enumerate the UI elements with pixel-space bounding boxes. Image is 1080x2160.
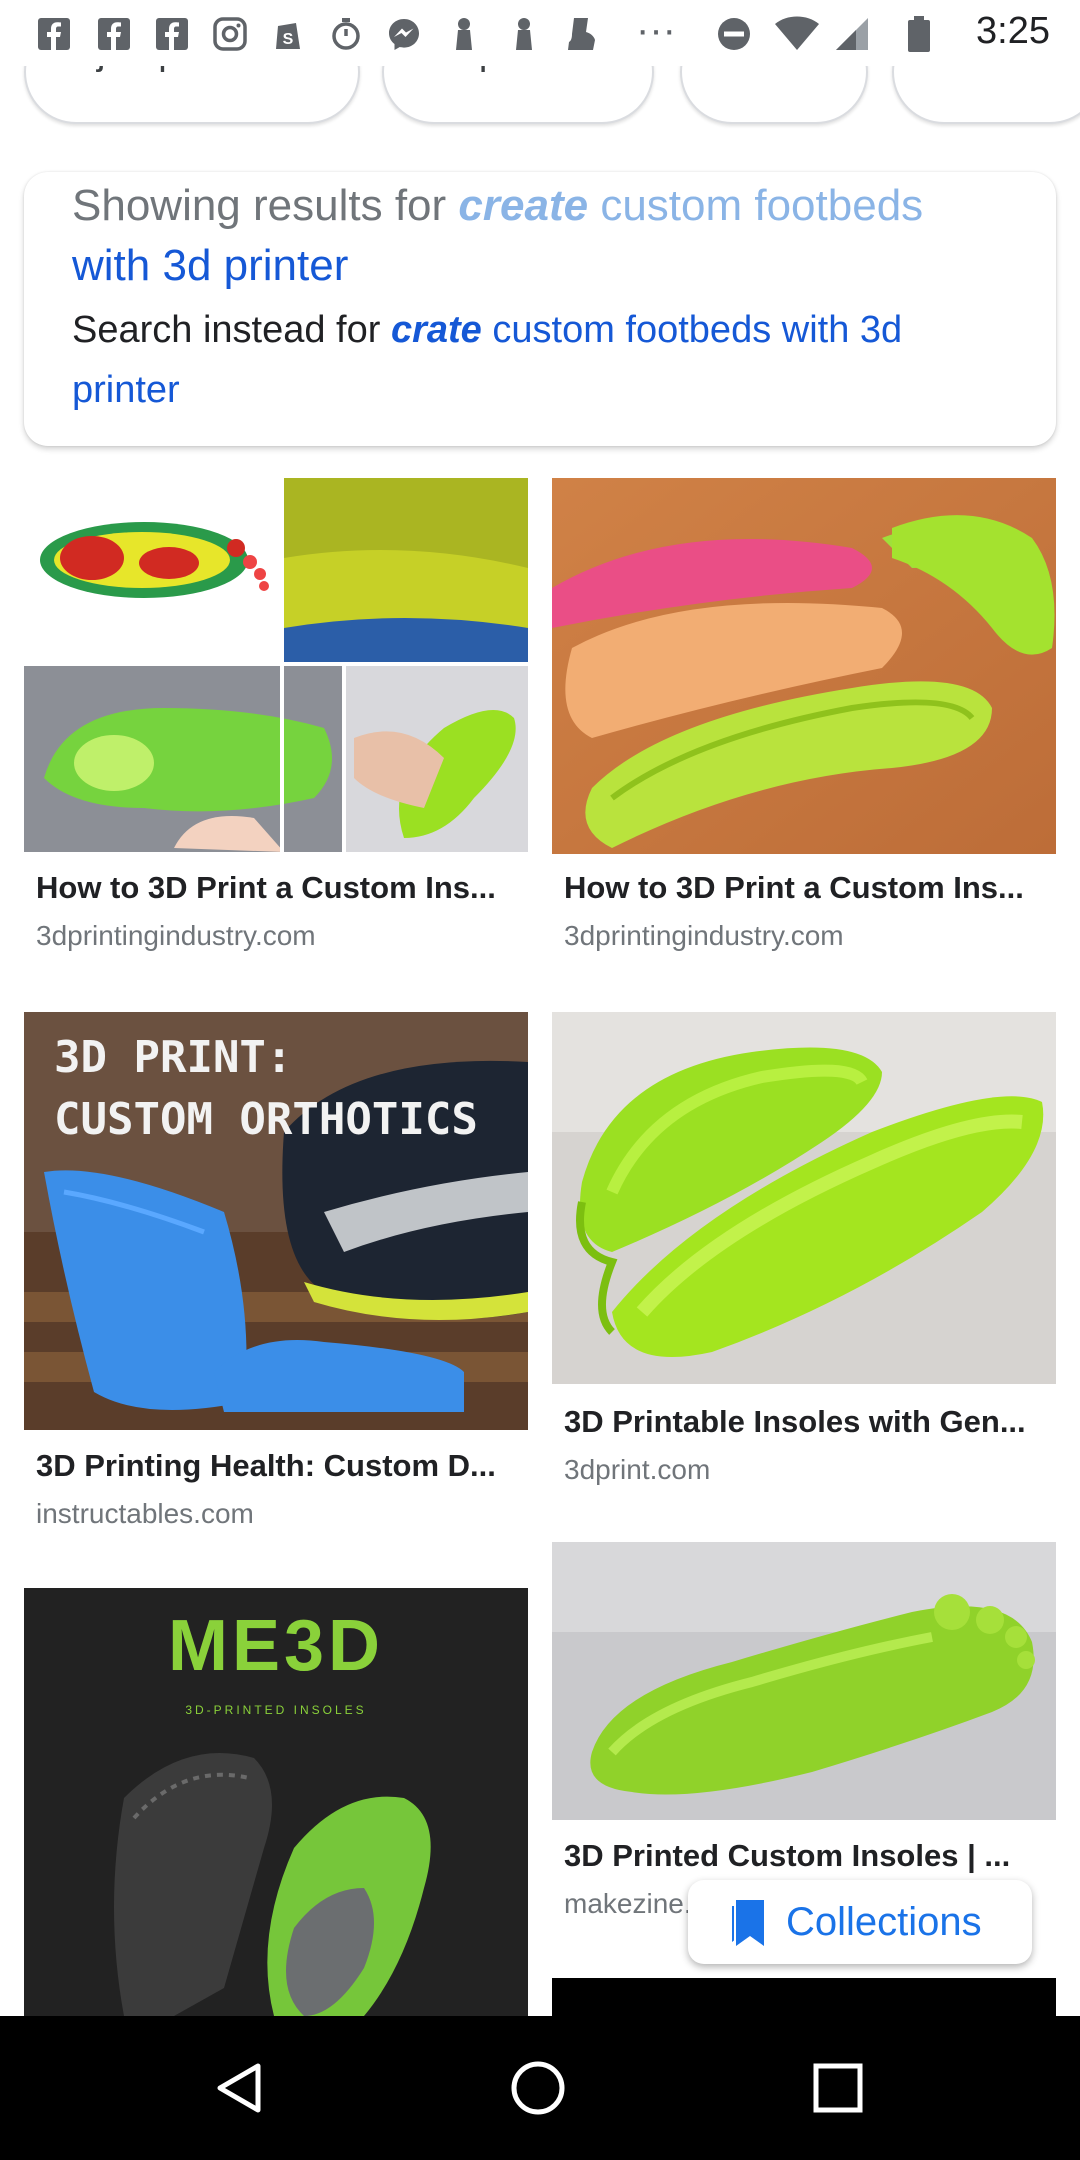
image-result[interactable]: How to 3D Print a Custom Ins... 3dprinti… — [24, 478, 528, 958]
result-thumbnail[interactable]: 3D PRINT: CUSTOM ORTHOTICS — [24, 1012, 528, 1430]
status-bar: S ··· 3:25 — [0, 0, 1080, 66]
collections-button[interactable]: Collections — [688, 1880, 1032, 1964]
result-title[interactable]: 3D Printable Insoles with Gen... — [564, 1404, 1054, 1440]
original-term: crate — [390, 309, 482, 351]
person-icon — [456, 18, 472, 50]
more-notifications-icon: ··· — [636, 8, 676, 52]
result-title[interactable]: 3D Printed Custom Insoles | ... — [564, 1838, 1054, 1874]
do-not-disturb-icon — [718, 18, 750, 50]
collections-label: Collections — [786, 1899, 982, 1944]
result-source: 3dprintingindustry.com — [36, 920, 316, 951]
result-title[interactable]: How to 3D Print a Custom Ins... — [564, 870, 1054, 906]
result-thumbnail[interactable] — [552, 1012, 1056, 1384]
image-result[interactable]: 3D PRINT: CUSTOM ORTHOTICS 3D Printing H… — [24, 1012, 528, 1532]
image-result[interactable]: How to 3D Print a Custom Ins... 3dprinti… — [552, 478, 1056, 958]
search-instead-link[interactable]: Search instead for crate custom footbeds… — [72, 300, 1032, 420]
result-title[interactable]: 3D Printing Health: Custom D... — [36, 1448, 526, 1484]
battery-icon — [908, 16, 930, 52]
facebook-icon — [38, 18, 70, 50]
facebook-icon — [156, 18, 188, 50]
back-icon[interactable] — [210, 2058, 270, 2118]
result-thumbnail[interactable] — [552, 1542, 1056, 1820]
messenger-icon — [389, 19, 419, 50]
me3d-insoles-image: ME3D 3D-PRINTED INSOLES — [24, 1588, 528, 2016]
corrected-term: create — [458, 181, 589, 230]
instagram-icon — [213, 17, 247, 51]
result-source: 3dprintingindustry.com — [564, 920, 844, 951]
result-thumbnail[interactable]: ME3D 3D-PRINTED INSOLES — [24, 1588, 528, 2016]
result-source: instructables.com — [36, 1498, 254, 1529]
facebook-icon — [98, 18, 130, 50]
showing-results-text[interactable]: Showing results for create custom footbe… — [72, 176, 1032, 296]
svg-text:3D PRINT:: 3D PRINT: — [54, 1032, 292, 1083]
svg-text:3D-PRINTED INSOLES: 3D-PRINTED INSOLES — [185, 1703, 366, 1717]
clock: 3:25 — [976, 10, 1050, 52]
recents-icon[interactable] — [808, 2058, 868, 2118]
svg-text:ME3D: ME3D — [168, 1606, 384, 1686]
foot-shaped-insole-image — [552, 1542, 1056, 1820]
bookmark-icon — [728, 1900, 764, 1946]
image-result[interactable]: ME3D 3D-PRINTED INSOLES — [24, 1588, 528, 2016]
spelling-correction-card: Showing results for create custom footbe… — [24, 172, 1056, 446]
original-rest-2: printer — [72, 369, 180, 411]
foot-pressure-collage-image — [24, 478, 528, 852]
wifi-icon — [775, 16, 819, 50]
showing-prefix: Showing results for — [72, 181, 447, 230]
result-title[interactable]: How to 3D Print a Custom Ins... — [36, 870, 526, 906]
custom-orthotics-image: 3D PRINT: CUSTOM ORTHOTICS — [24, 1012, 528, 1430]
result-source: 3dprint.com — [564, 1454, 711, 1485]
boot-icon — [568, 18, 595, 50]
corrected-rest: custom footbeds — [600, 181, 924, 230]
insoles-on-table-image — [552, 478, 1056, 854]
stopwatch-icon — [332, 18, 360, 50]
result-thumbnail[interactable] — [552, 478, 1056, 854]
next-result-thumbnail[interactable] — [552, 1978, 1056, 2016]
navigation-bar — [0, 2016, 1080, 2160]
svg-text:S: S — [283, 31, 294, 48]
home-icon[interactable] — [508, 2058, 568, 2118]
svg-text:CUSTOM ORTHOTICS: CUSTOM ORTHOTICS — [54, 1094, 478, 1145]
image-result[interactable]: 3D Printable Insoles with Gen... 3dprint… — [552, 1012, 1056, 1492]
original-rest: custom footbeds with 3d — [492, 309, 903, 351]
shopify-icon: S — [276, 23, 300, 49]
corrected-rest-2: with 3d printer — [72, 241, 349, 290]
result-thumbnail[interactable] — [24, 478, 528, 852]
signal-icon — [836, 18, 868, 50]
green-insoles-image — [552, 1012, 1056, 1384]
person-icon — [516, 18, 532, 50]
search-instead-prefix: Search instead for — [72, 309, 381, 351]
